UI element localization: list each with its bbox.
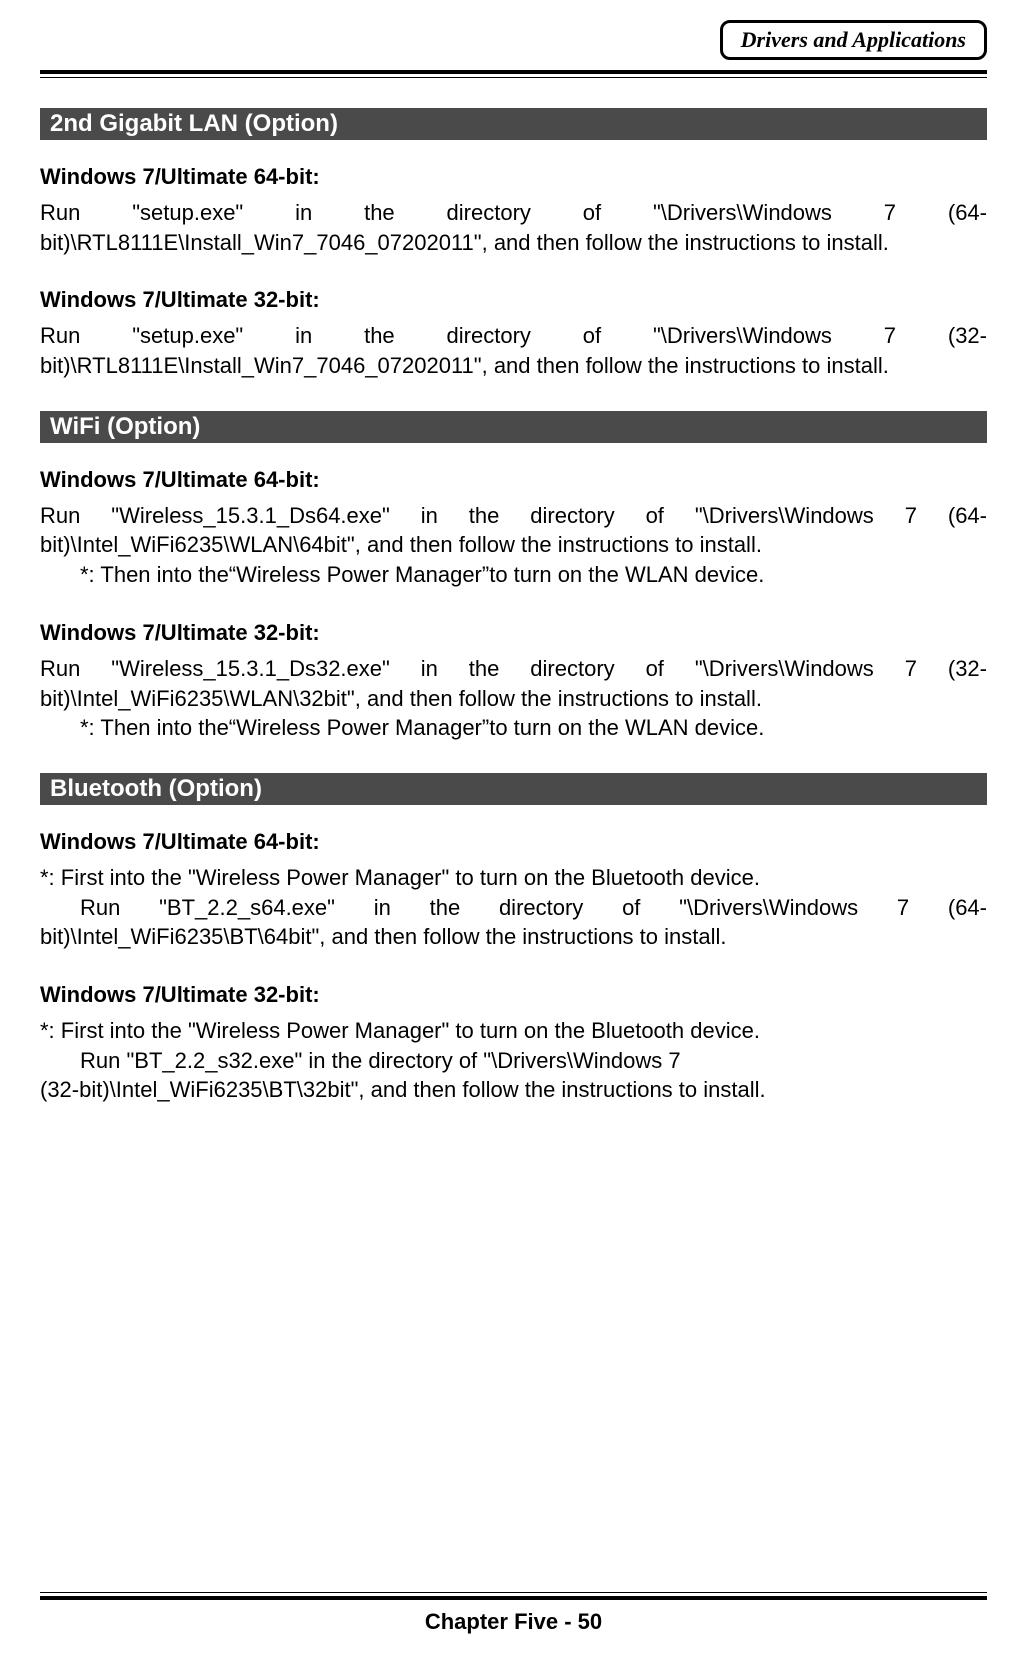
instruction-text: Run "Wireless_15.3.1_Ds64.exe" in the di… [40, 501, 987, 590]
instruction-text: Run "Wireless_15.3.1_Ds32.exe" in the di… [40, 654, 987, 743]
instruction-line: *: First into the "Wireless Power Manage… [40, 863, 987, 893]
page-content: 2nd Gigabit LAN (Option) Windows 7/Ultima… [40, 108, 987, 1105]
section-title-bar: Bluetooth (Option) [40, 773, 987, 805]
top-horizontal-rule [40, 70, 987, 78]
instruction-line: Run "BT_2.2_s32.exe" in the directory of… [40, 1046, 987, 1076]
os-heading: Windows 7/Ultimate 32-bit: [40, 982, 987, 1008]
instruction-line: (32-bit)\Intel_WiFi6235\BT\32bit", and t… [40, 1075, 987, 1105]
os-heading: Windows 7/Ultimate 64-bit: [40, 164, 987, 190]
instruction-line: Run "BT_2.2_s64.exe" in the directory of… [40, 893, 987, 952]
os-heading: Windows 7/Ultimate 32-bit: [40, 287, 987, 313]
instruction-text: Run "setup.exe" in the directory of "\Dr… [40, 198, 987, 257]
section-title-bar: 2nd Gigabit LAN (Option) [40, 108, 987, 140]
section: Bluetooth (Option) Windows 7/Ultimate 64-… [40, 773, 987, 1105]
instruction-line: *: Then into the“Wireless Power Manager”… [40, 713, 987, 743]
section: 2nd Gigabit LAN (Option) Windows 7/Ultima… [40, 108, 987, 381]
instruction-text: *: First into the "Wireless Power Manage… [40, 863, 987, 952]
os-heading: Windows 7/Ultimate 64-bit: [40, 467, 987, 493]
section: WiFi (Option) Windows 7/Ultimate 64-bit: R… [40, 411, 987, 743]
section-title-bar: WiFi (Option) [40, 411, 987, 443]
bottom-horizontal-rule [40, 1592, 987, 1600]
instruction-line: Run "setup.exe" in the directory of "\Dr… [40, 198, 987, 257]
instruction-line: *: First into the "Wireless Power Manage… [40, 1016, 987, 1046]
instruction-text: *: First into the "Wireless Power Manage… [40, 1016, 987, 1105]
os-heading: Windows 7/Ultimate 64-bit: [40, 829, 987, 855]
instruction-line: *: Then into the“Wireless Power Manager”… [40, 560, 987, 590]
instruction-line: Run "Wireless_15.3.1_Ds32.exe" in the di… [40, 654, 987, 713]
instruction-line: Run "setup.exe" in the directory of "\Dr… [40, 321, 987, 380]
instruction-text: Run "setup.exe" in the directory of "\Dr… [40, 321, 987, 380]
page-header-label: Drivers and Applications [720, 20, 987, 60]
instruction-line: Run "Wireless_15.3.1_Ds64.exe" in the di… [40, 501, 987, 560]
os-heading: Windows 7/Ultimate 32-bit: [40, 620, 987, 646]
page-footer: Chapter Five - 50 [0, 1609, 1027, 1635]
